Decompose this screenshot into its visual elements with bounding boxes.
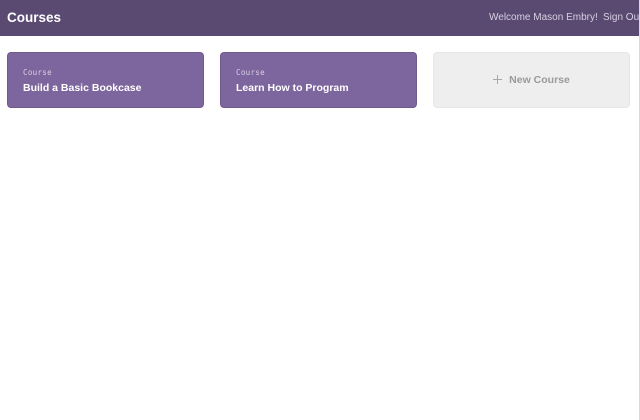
new-course-label: New Course [509,73,570,86]
courses-page: Courses Welcome Mason Embry! Sign Out Co… [0,0,640,420]
course-card-learn-how-to-program[interactable]: Course Learn How to Program [220,52,417,108]
course-card-build-a-basic-bookcase[interactable]: Course Build a Basic Bookcase [7,52,204,108]
app-header: Courses Welcome Mason Embry! Sign Out [0,0,639,36]
new-course-content: New Course [493,74,570,87]
new-course-button[interactable]: New Course [433,52,630,108]
plus-icon [493,75,503,85]
course-card-title: Build a Basic Bookcase [23,82,142,94]
page-title[interactable]: Courses [7,10,61,26]
course-card-kicker: Course [236,68,265,77]
course-card-title: Learn How to Program [236,82,349,94]
sign-out-link[interactable]: Sign Out [603,12,639,24]
course-card-kicker: Course [23,68,52,77]
welcome-message: Welcome Mason Embry! [489,12,598,23]
